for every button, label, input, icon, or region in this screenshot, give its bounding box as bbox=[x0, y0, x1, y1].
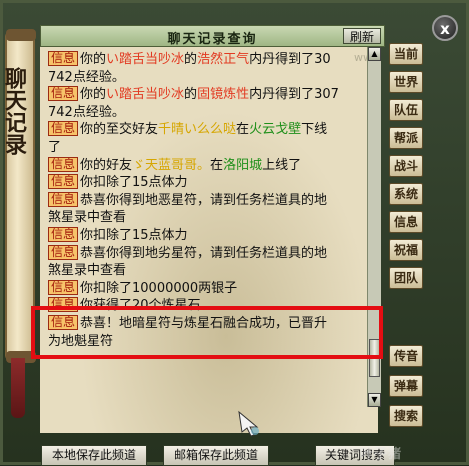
chat-message-line: 信息 恭喜你得到地劣星符，请到任务栏道具的地 bbox=[48, 244, 376, 263]
chat-message-line: 742点经验。 bbox=[48, 104, 376, 122]
channel-tab[interactable]: 战斗 bbox=[389, 155, 423, 177]
corner-watermark: 叶子猪 bbox=[360, 447, 403, 462]
info-channel-tag[interactable]: 信息 bbox=[48, 174, 79, 190]
close-button[interactable]: x bbox=[432, 15, 458, 41]
channel-tab[interactable]: 传音 bbox=[389, 345, 423, 367]
chat-message-line: 信息 你的い踏舌当吵冰的浩然正气内丹得到了30 bbox=[48, 51, 376, 69]
chat-message-line: 信息 你的至交好友千晴い么么哒在火云戈壁下线 bbox=[48, 121, 376, 139]
channel-tab[interactable]: 帮派 bbox=[389, 127, 423, 149]
message-text: 了 bbox=[48, 139, 62, 155]
location-link[interactable]: 洛阳城 bbox=[223, 158, 262, 173]
channel-tab[interactable]: 团队 bbox=[389, 267, 423, 289]
player-name-link[interactable]: ゞ天蓝哥哥。 bbox=[132, 158, 210, 173]
message-text: 你扣除了10000000两银子 bbox=[80, 280, 238, 296]
info-channel-tag[interactable]: 信息 bbox=[48, 279, 79, 295]
message-text: 下线 bbox=[301, 122, 328, 138]
message-text: 742点经验。 bbox=[48, 104, 125, 120]
message-text: 的 bbox=[184, 87, 198, 103]
info-channel-tag[interactable]: 信息 bbox=[48, 156, 79, 172]
refresh-button[interactable]: 刷新 bbox=[343, 28, 381, 44]
channel-tab[interactable]: 祝福 bbox=[389, 239, 423, 261]
info-channel-tag[interactable]: 信息 bbox=[48, 244, 79, 260]
scroll-up-arrow-icon[interactable]: ▲ bbox=[368, 47, 381, 61]
message-text: 你扣除了15点体力 bbox=[80, 175, 188, 191]
save-local-button[interactable]: 本地保存此频道 bbox=[41, 445, 147, 466]
chat-message-line: 了 bbox=[48, 139, 376, 157]
message-text: 煞星录中查看 bbox=[48, 263, 127, 279]
chat-log-area[interactable]: www.YZZ.Cn 信息你的い踏舌当吵冰的浩然正气内丹得到了30742点经验。… bbox=[40, 47, 378, 433]
chat-message-line: 信息 你的い踏舌当吵冰的固镜炼性内丹得到了307 bbox=[48, 86, 376, 104]
channel-tabs-lower: 传音 弹幕 搜索 bbox=[389, 345, 427, 435]
channel-tabs: 当前世界队伍帮派战斗系统信息祝福团队 bbox=[389, 43, 427, 295]
scroll-top-cap bbox=[6, 29, 36, 41]
message-text: 你的至交好友 bbox=[80, 122, 159, 138]
info-channel-tag[interactable]: 信息 bbox=[48, 86, 79, 102]
chat-message-line: 煞星录中查看 bbox=[48, 262, 376, 280]
message-text: 恭喜你得到地恶星符，请到任务栏道具的地 bbox=[80, 192, 328, 208]
cursor-pointer-icon bbox=[238, 410, 259, 437]
channel-tab[interactable]: 弹幕 bbox=[389, 375, 423, 397]
message-text: 你的 bbox=[80, 52, 107, 67]
chat-message-line: 742点经验。 bbox=[48, 69, 376, 87]
side-title: 聊天记录 bbox=[1, 67, 27, 155]
channel-tab[interactable]: 信息 bbox=[389, 211, 423, 233]
channel-tab[interactable]: 世界 bbox=[389, 71, 423, 93]
channel-tab[interactable]: 当前 bbox=[389, 43, 423, 65]
info-channel-tag[interactable]: 信息 bbox=[48, 121, 79, 137]
channel-tab[interactable]: 系统 bbox=[389, 183, 423, 205]
chat-message-line: 信息 你扣除了10000000两银子 bbox=[48, 279, 376, 298]
window-title: 聊天记录查询 bbox=[167, 32, 258, 47]
player-name-link[interactable]: 浩然正气 bbox=[197, 52, 249, 67]
chat-message-line: 信息 你扣除了15点体力 bbox=[48, 174, 376, 192]
player-name-link[interactable]: 千晴い么么哒 bbox=[158, 122, 236, 137]
player-name-link[interactable]: 固镜炼性 bbox=[197, 87, 249, 102]
message-text: 742点经验。 bbox=[48, 69, 125, 85]
info-channel-tag[interactable]: 信息 bbox=[48, 191, 79, 207]
mail-save-button[interactable]: 邮箱保存此频道 bbox=[163, 445, 269, 466]
channel-tab[interactable]: 搜索 bbox=[389, 405, 423, 427]
message-text: 内丹得到了307 bbox=[249, 87, 339, 103]
chat-message-line: 信息 恭喜你得到地恶星符，请到任务栏道具的地 bbox=[48, 191, 376, 210]
info-channel-tag[interactable]: 信息 bbox=[48, 226, 79, 242]
message-text: 煞星录中查看 bbox=[48, 210, 127, 226]
chat-history-window: 聊天记录 聊天记录查询 刷新 x www.YZZ.Cn 信息你的い踏舌当吵冰的浩… bbox=[0, 0, 469, 466]
location-link[interactable]: 火云戈壁 bbox=[249, 122, 301, 137]
highlight-box bbox=[31, 306, 383, 359]
player-name-link[interactable]: い踏舌当吵冰 bbox=[106, 87, 184, 102]
message-text: 你扣除了15点体力 bbox=[80, 227, 188, 243]
close-icon: x bbox=[440, 20, 450, 38]
channel-tab[interactable]: 队伍 bbox=[389, 99, 423, 121]
message-text: 内丹得到了30 bbox=[249, 52, 331, 67]
info-channel-tag[interactable]: 信息 bbox=[48, 51, 79, 66]
message-text: 你的好友 bbox=[80, 157, 133, 173]
chat-message-line: 信息 你扣除了15点体力 bbox=[48, 226, 376, 245]
scroll-down-arrow-icon[interactable]: ▼ bbox=[368, 393, 381, 407]
chat-message-line: 信息 你的好友ゞ天蓝哥哥。在洛阳城上线了 bbox=[48, 156, 376, 175]
player-name-link[interactable]: い踏舌当吵冰 bbox=[106, 52, 184, 67]
message-text: 在 bbox=[210, 157, 224, 173]
message-text: 的 bbox=[184, 52, 198, 67]
message-text: 上线了 bbox=[262, 157, 302, 173]
tassel-decoration bbox=[11, 358, 25, 418]
message-text: 恭喜你得到地劣星符，请到任务栏道具的地 bbox=[80, 245, 328, 261]
chat-message-line: 煞星录中查看 bbox=[48, 209, 376, 227]
message-text: 你的 bbox=[80, 87, 107, 103]
window-header: 聊天记录查询 刷新 bbox=[40, 25, 385, 47]
message-text: 在 bbox=[236, 122, 250, 138]
